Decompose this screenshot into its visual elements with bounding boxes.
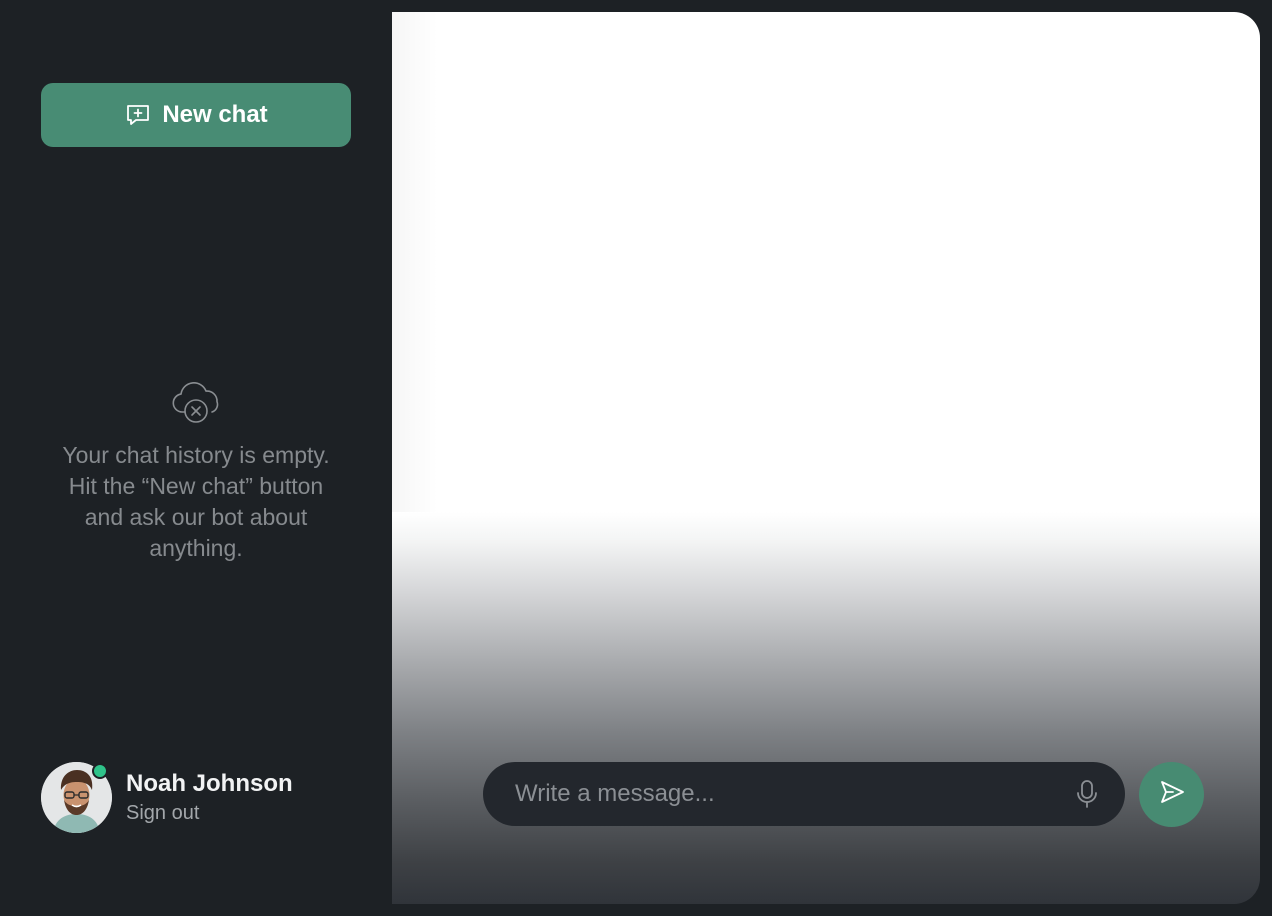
user-profile: Noah Johnson Sign out xyxy=(41,762,293,833)
send-button[interactable] xyxy=(1139,762,1204,827)
new-chat-button[interactable]: New chat xyxy=(41,83,351,147)
sidebar: New chat Your chat history is empty. Hit… xyxy=(0,0,392,916)
cloud-x-icon xyxy=(168,376,224,426)
online-status-dot xyxy=(92,763,108,779)
user-info: Noah Johnson Sign out xyxy=(126,769,293,827)
chat-plus-icon xyxy=(124,101,152,129)
panel-edge-shade xyxy=(392,12,438,512)
user-name: Noah Johnson xyxy=(126,769,293,797)
microphone-icon[interactable] xyxy=(1073,778,1101,810)
message-composer xyxy=(483,762,1125,826)
empty-history-message: Your chat history is empty. Hit the “New… xyxy=(62,442,330,561)
send-icon xyxy=(1158,778,1186,811)
empty-history-state: Your chat history is empty. Hit the “New… xyxy=(30,376,362,564)
sign-out-link[interactable]: Sign out xyxy=(126,799,293,827)
avatar[interactable] xyxy=(41,762,112,833)
app-window: New chat Your chat history is empty. Hit… xyxy=(0,0,1272,916)
chat-panel xyxy=(392,12,1260,904)
new-chat-label: New chat xyxy=(162,101,268,128)
message-input[interactable] xyxy=(513,779,1073,809)
